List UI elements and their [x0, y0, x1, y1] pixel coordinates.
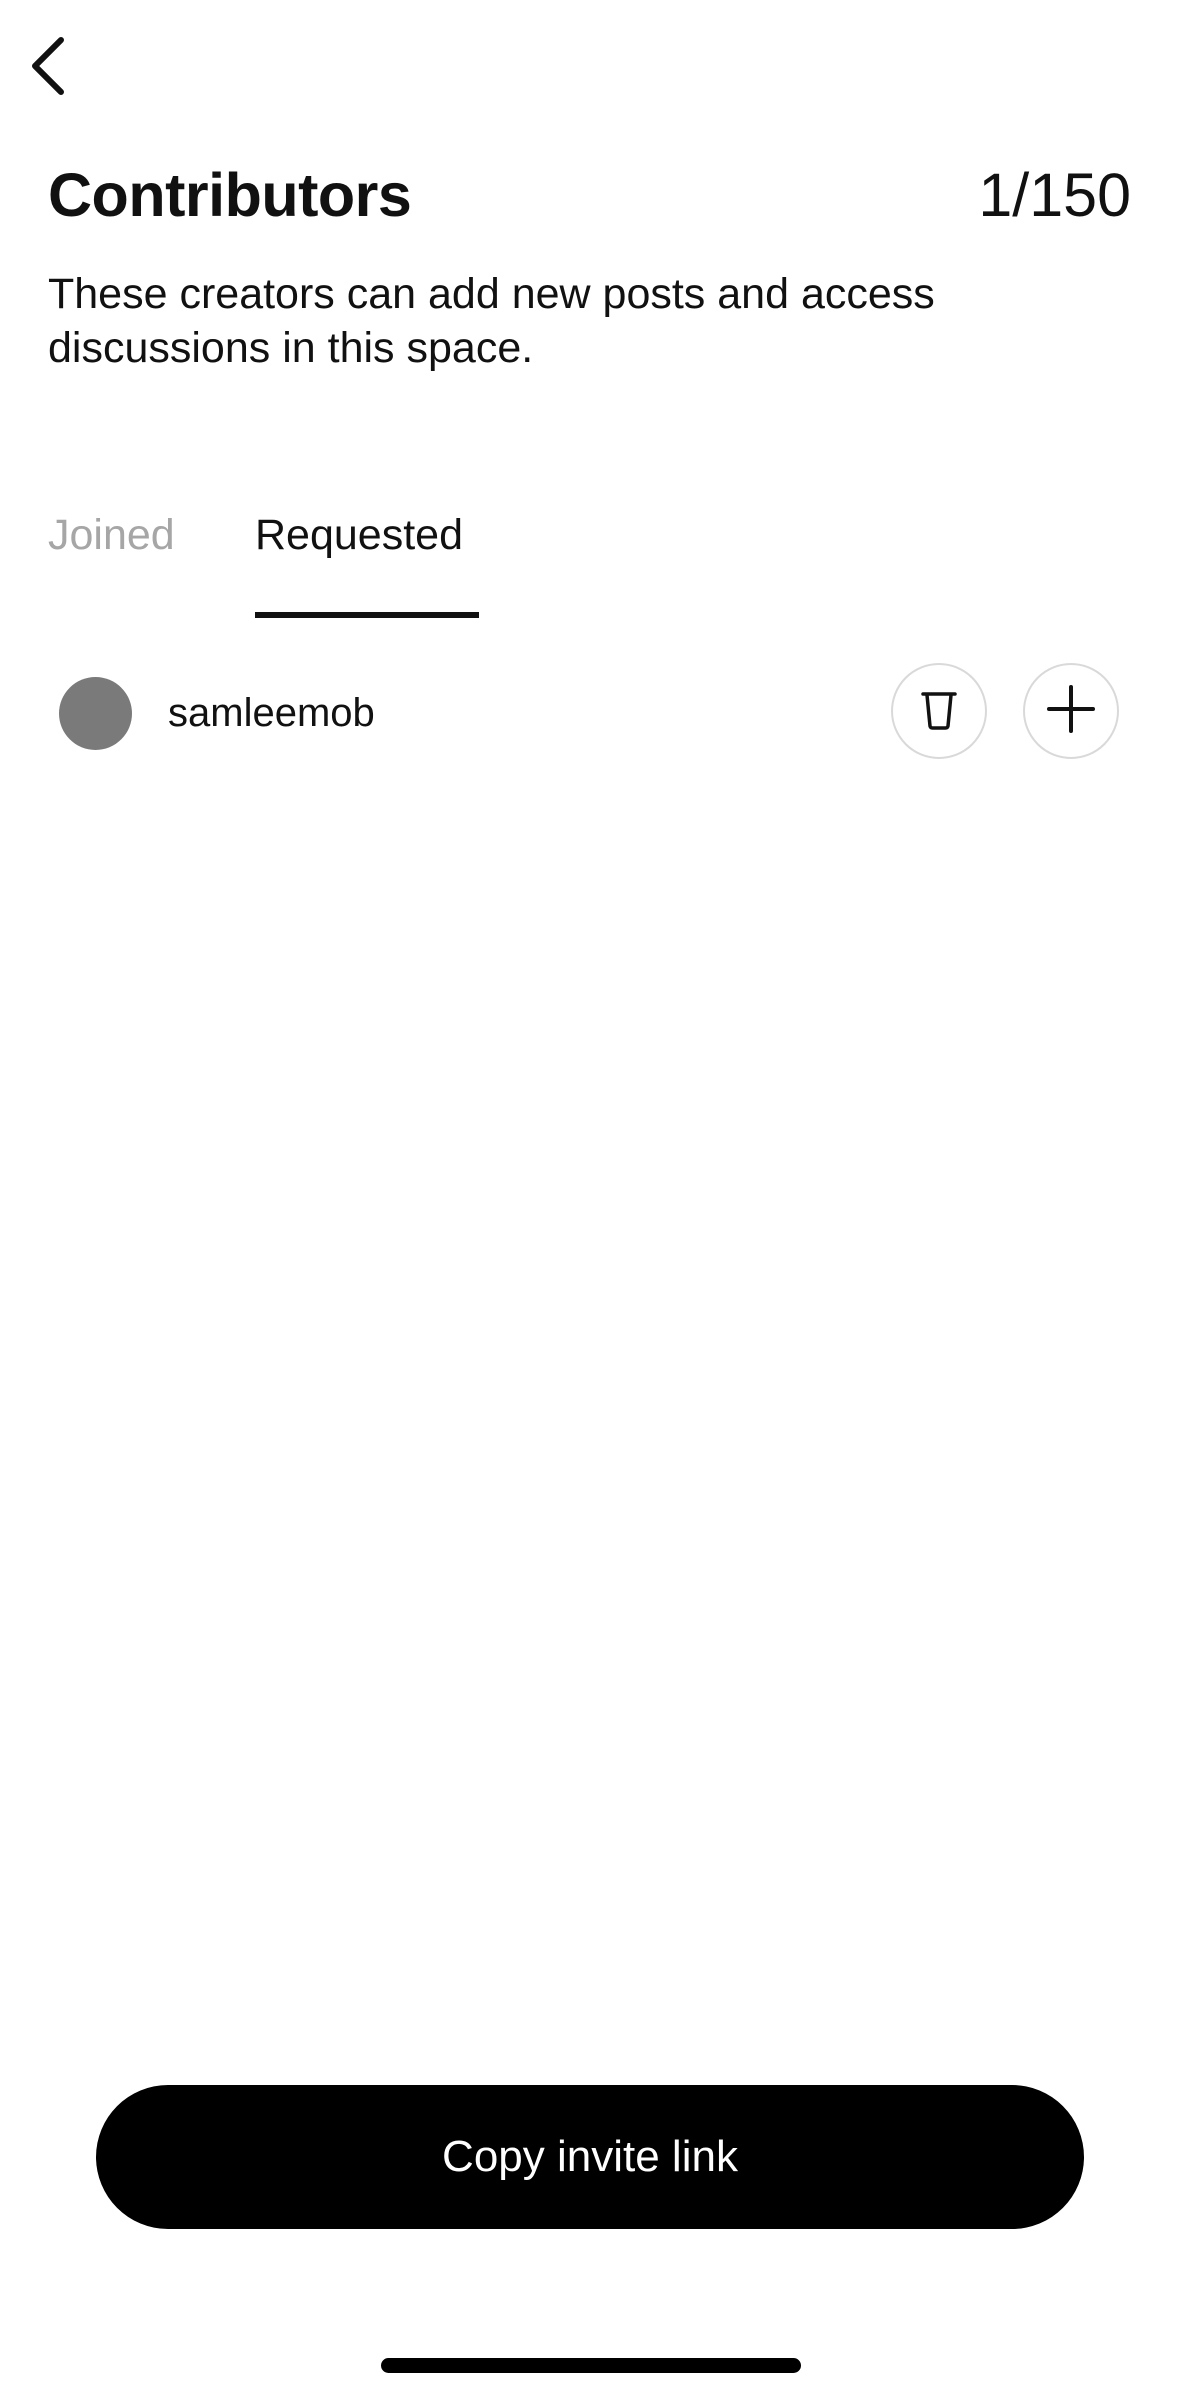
page-title: Contributors: [48, 161, 412, 229]
tab-bar: Joined Requested: [0, 495, 1179, 620]
back-button[interactable]: [14, 26, 80, 106]
plus-icon: [1047, 684, 1095, 738]
home-indicator: [381, 2358, 801, 2373]
delete-request-button[interactable]: [891, 663, 987, 759]
contributor-count: 1/150: [978, 161, 1131, 229]
copy-invite-link-button[interactable]: Copy invite link: [96, 2085, 1084, 2229]
avatar[interactable]: [59, 677, 132, 750]
tab-joined-label: Joined: [48, 511, 175, 559]
tab-requested[interactable]: Requested: [255, 495, 463, 620]
tab-joined[interactable]: Joined: [48, 495, 175, 620]
page-description: These creators can add new posts and acc…: [48, 270, 935, 372]
copy-invite-link-label: Copy invite link: [442, 2132, 738, 2181]
accept-request-button[interactable]: [1023, 663, 1119, 759]
active-tab-indicator: [255, 612, 479, 618]
username[interactable]: samleemob: [168, 673, 375, 753]
list-item: samleemob: [0, 655, 1179, 771]
chevron-left-icon: [27, 34, 67, 98]
trash-icon: [919, 687, 959, 736]
tab-requested-label: Requested: [255, 511, 463, 559]
